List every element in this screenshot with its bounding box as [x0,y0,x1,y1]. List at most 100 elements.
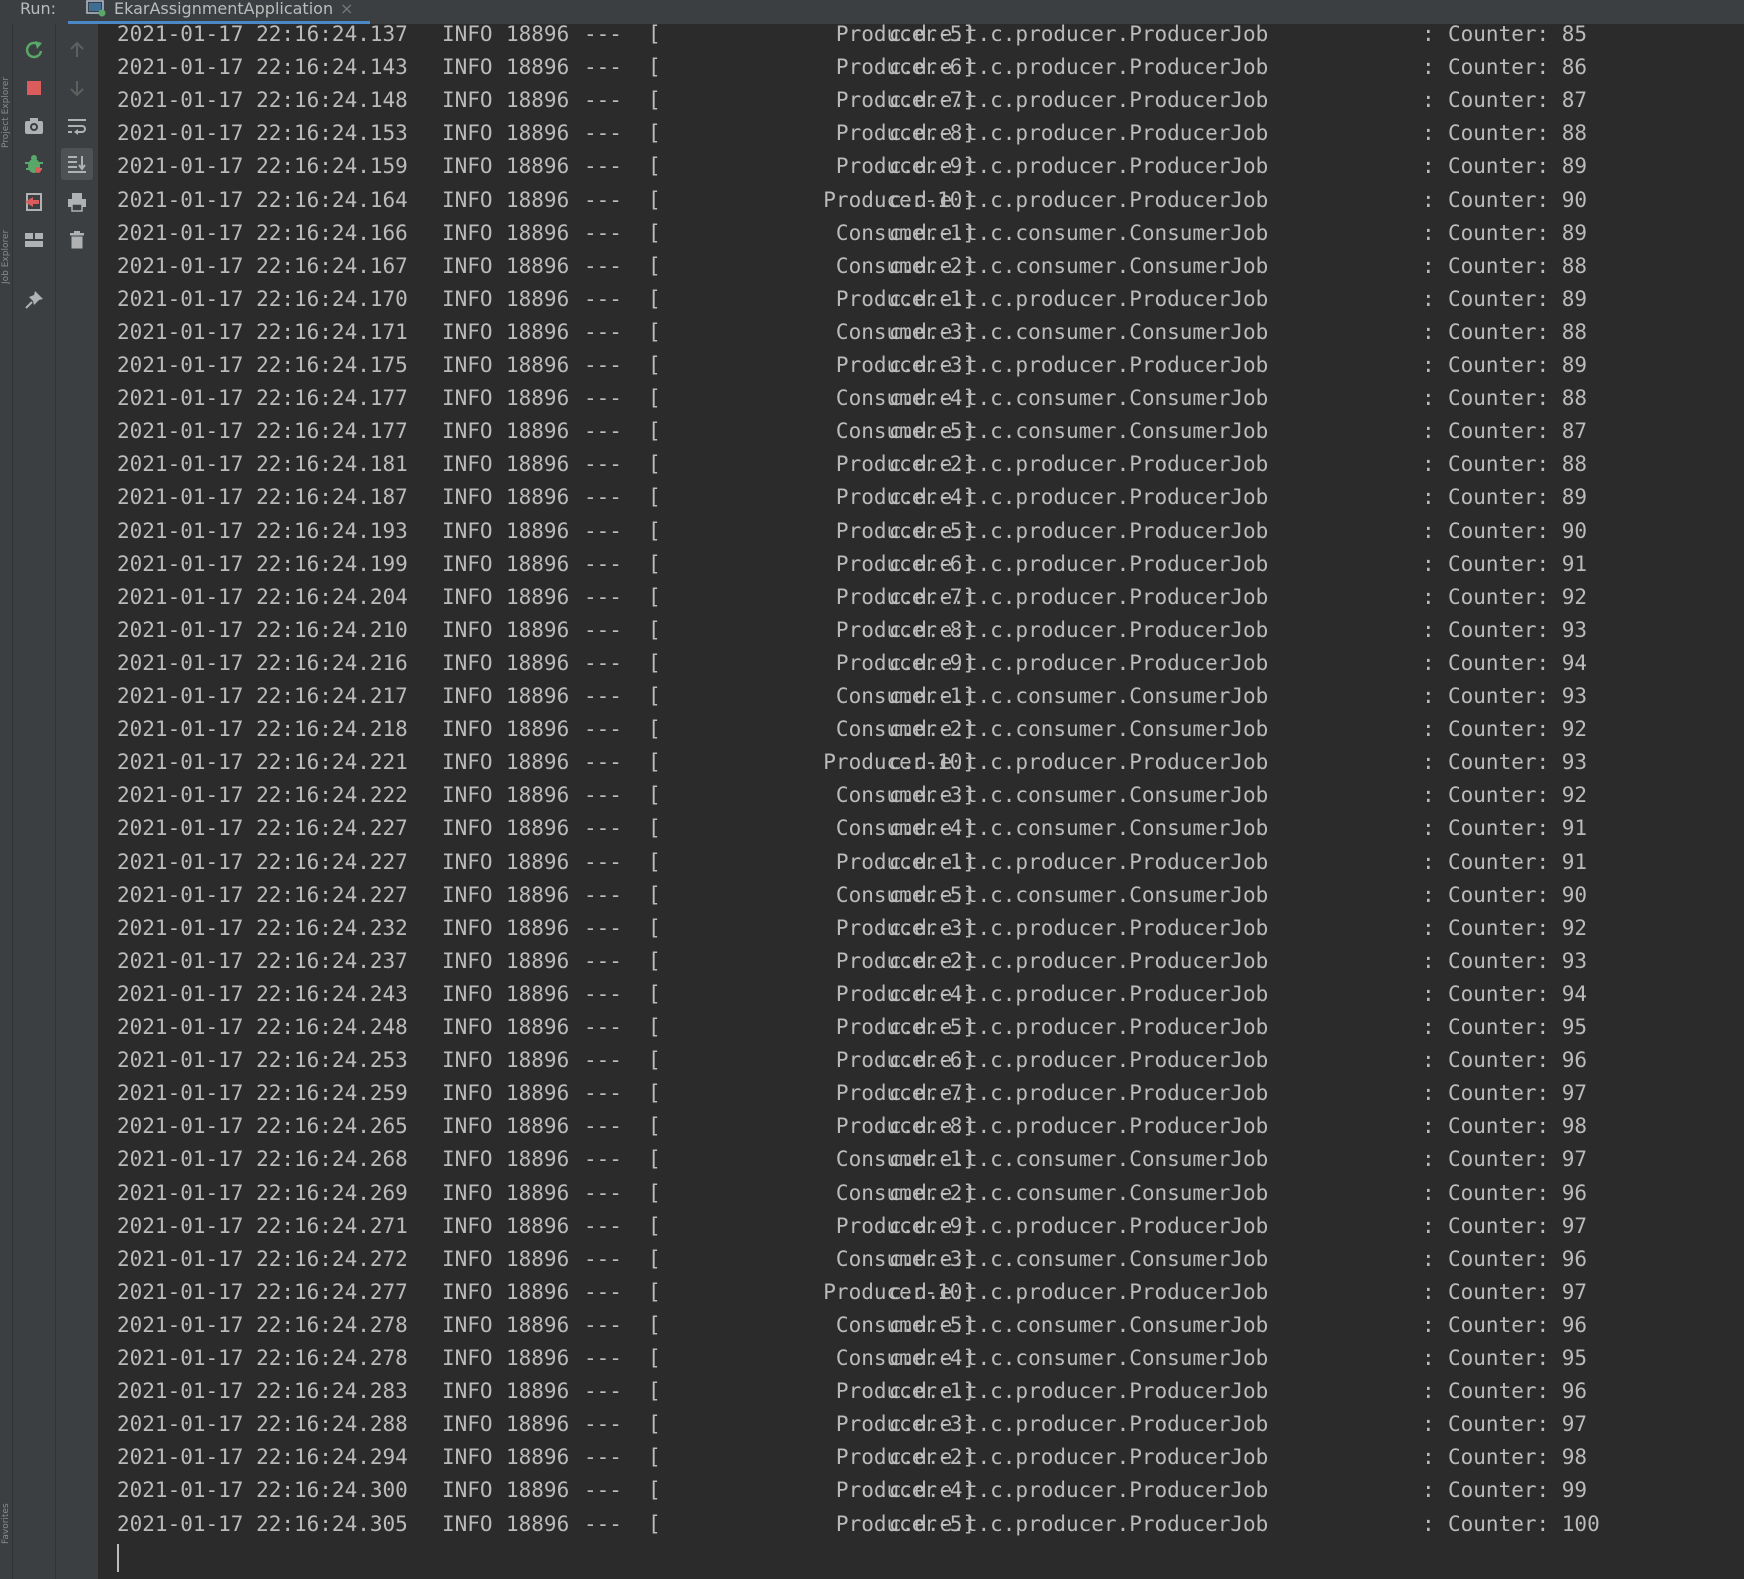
log-bracket: [ [648,518,661,543]
trash-icon[interactable] [61,224,93,256]
log-separator: --- [584,518,622,543]
log-message: Counter: 92 [1448,915,1588,940]
log-level: INFO [442,617,493,642]
log-message: Counter: 92 [1448,783,1588,808]
debug-icon[interactable] [18,148,50,180]
log-colon: : [1422,882,1435,907]
log-colon: : [1422,1180,1435,1205]
log-message: Counter: 96 [1448,1312,1588,1337]
log-bracket: [ [648,1412,661,1437]
log-message: Counter: 89 [1448,220,1588,245]
log-separator: --- [584,948,622,973]
log-colon: : [1422,1213,1435,1238]
log-bracket: [ [648,551,661,576]
log-separator: --- [584,88,622,113]
log-colon: : [1422,1478,1435,1503]
log-message: Counter: 93 [1448,684,1588,708]
tab-run-configuration[interactable]: EkarAssignmentApplication × [68,0,370,24]
log-separator: --- [584,551,622,576]
log-bracket: [ [648,1379,661,1404]
side-label-favorites[interactable]: Favorites [1,1434,11,1544]
log-pid: 18896 [506,353,570,377]
log-message: Counter: 89 [1448,154,1588,179]
arrow-up-icon[interactable] [61,34,93,66]
log-timestamp: 2021-01-17 22:16:24.217 [117,684,408,708]
pin-icon[interactable] [18,284,50,316]
log-timestamp: 2021-01-17 22:16:24.204 [117,584,408,609]
log-bracket: [ [648,717,661,742]
stop-icon[interactable] [18,72,50,104]
log-message: Counter: 91 [1448,849,1588,874]
log-bracket: [ [648,1048,661,1073]
log-logger: c.d.e.t.c.producer.ProducerJob [889,154,1269,179]
print-icon[interactable] [61,186,93,218]
log-pid: 18896 [506,650,570,675]
log-pid: 18896 [506,915,570,940]
log-level: INFO [442,650,493,675]
log-message: Counter: 99 [1448,1478,1588,1503]
log-separator: --- [584,1379,622,1404]
log-level: INFO [442,386,493,411]
log-pid: 18896 [506,816,570,841]
log-pid: 18896 [506,1048,570,1073]
run-tool-window-header: Run: EkarAssignmentApplication × [0,0,1744,25]
arrow-down-icon[interactable] [61,72,93,104]
log-bracket: [ [648,882,661,907]
log-separator: --- [584,1511,622,1536]
log-colon: : [1422,816,1435,841]
log-timestamp: 2021-01-17 22:16:24.227 [117,882,408,907]
log-level: INFO [442,518,493,543]
log-level: INFO [442,485,493,510]
log-colon: : [1422,584,1435,609]
exit-icon[interactable] [18,186,50,218]
scroll-to-end-icon[interactable] [61,148,93,180]
log-pid: 18896 [506,849,570,874]
log-logger: c.d.e.t.c.producer.ProducerJob [889,1279,1269,1304]
log-message: Counter: 88 [1448,386,1588,411]
rerun-icon[interactable] [18,34,50,66]
log-timestamp: 2021-01-17 22:16:24.167 [117,253,408,278]
log-pid: 18896 [506,1147,570,1172]
tab-title: EkarAssignmentApplication [114,0,334,18]
log-separator: --- [584,684,622,708]
log-colon: : [1422,1147,1435,1172]
log-separator: --- [584,419,622,444]
console-output[interactable]: 2021-01-17 22:16:24.305 INFO 18896 ---[Prod… [98,24,1744,1579]
camera-icon[interactable] [18,110,50,142]
soft-wrap-icon[interactable] [61,110,93,142]
layout-icon[interactable] [18,224,50,256]
log-bracket: [ [648,750,661,775]
log-pid: 18896 [506,584,570,609]
log-bracket: [ [648,1346,661,1370]
log-timestamp: 2021-01-17 22:16:24.288 [117,1412,408,1437]
log-pid: 18896 [506,452,570,477]
log-separator: --- [584,1213,622,1238]
run-toolbar-primary [13,24,56,1579]
log-timestamp: 2021-01-17 22:16:24.177 [117,386,408,411]
log-logger: c.d.e.t.c.consumer.ConsumerJob [889,1180,1269,1205]
close-icon[interactable]: × [340,0,353,17]
log-pid: 18896 [506,1213,570,1238]
side-label-job-explorer[interactable]: Job Explorer [1,174,11,284]
log-logger: c.d.e.t.c.producer.ProducerJob [889,1213,1269,1238]
log-timestamp: 2021-01-17 22:16:24.159 [117,154,408,179]
log-timestamp: 2021-01-17 22:16:24.278 [117,1346,408,1370]
log-timestamp: 2021-01-17 22:16:24.166 [117,220,408,245]
log-colon: : [1422,750,1435,775]
log-bracket: [ [648,1015,661,1039]
log-separator: --- [584,1478,622,1503]
side-label-project-explorer[interactable]: Project Explorer [1,28,11,148]
log-level: INFO [442,1015,493,1039]
log-colon: : [1422,319,1435,344]
log-logger: c.d.e.t.c.producer.ProducerJob [889,650,1269,675]
log-colon: : [1422,948,1435,973]
log-colon: : [1422,783,1435,808]
log-logger: c.d.e.t.c.consumer.ConsumerJob [889,684,1269,708]
log-bracket: [ [648,783,661,808]
log-level: INFO [442,584,493,609]
log-logger: c.d.e.t.c.producer.ProducerJob [889,1114,1269,1139]
log-logger: c.d.e.t.c.producer.ProducerJob [889,518,1269,543]
log-message: Counter: 95 [1448,1346,1588,1370]
log-pid: 18896 [506,220,570,245]
log-pid: 18896 [506,1279,570,1304]
